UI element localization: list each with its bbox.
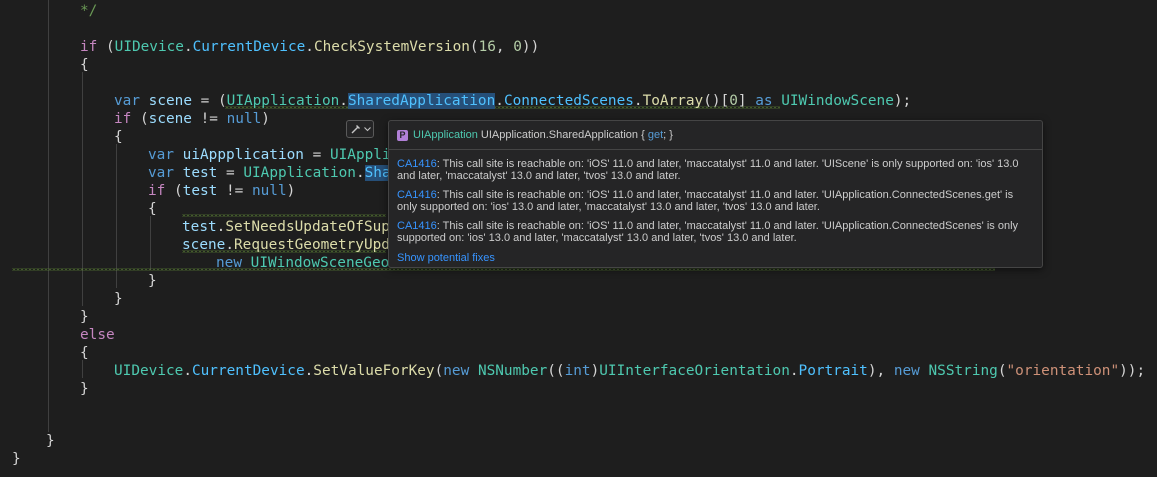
indent-guide [82,360,83,378]
indent-guide [150,216,151,270]
code-line[interactable]: UIDevice.CurrentDevice.SetValueForKey(ne… [114,362,1145,380]
token: SetNeedsUpdateOfSup [225,219,390,235]
code-line[interactable]: { [80,344,89,362]
selected-token[interactable]: SharedApplication [347,93,496,109]
token: ToArray [642,93,704,109]
token: int [564,363,591,379]
code-line[interactable]: if (test != null) [148,182,295,200]
token: if [148,183,166,199]
code-line[interactable]: } [114,290,123,308]
token: UIInterfaceOrientation [599,363,790,379]
token: UIAppli [329,147,391,163]
highlighted-token: Sha [364,165,391,181]
code-line[interactable]: */ [80,2,97,20]
code-line[interactable]: if (UIDevice.CurrentDevice.CheckSystemVe… [80,38,539,56]
tooltip-divider [389,149,1042,150]
hover-tooltip: P UIApplication UIApplication.SharedAppl… [388,120,1043,268]
diagnostic-text: : This call site is reachable on: 'iOS' … [397,189,1014,213]
token: test [182,165,218,181]
token: "orientation" [1006,363,1120,379]
token: null [226,111,262,127]
diagnostic-message: CA1416: This call site is reachable on: … [397,158,1034,182]
token: UIDevice [114,363,184,379]
code-line[interactable]: } [80,380,89,398]
token: Portrait [798,363,868,379]
code-line[interactable]: var uiAppplication = UIAppli [148,146,391,164]
property-icon: P [397,129,408,141]
token: scene [148,93,192,109]
code-line[interactable]: } [148,272,157,290]
indent-guide [116,144,117,288]
signature-tail: ; } [663,129,673,141]
token: else [80,327,115,343]
code-line[interactable]: else [80,326,115,344]
token: scene [148,111,192,127]
token: UIWindowSceneGeo [250,255,390,271]
token: if [80,39,98,55]
token: var [148,147,174,163]
code-line[interactable]: } [80,308,89,326]
code-line[interactable]: var test = UIApplication.Sha [148,164,391,182]
token: UIDevice [114,39,184,55]
diagnostic-text: : This call site is reachable on: 'iOS' … [397,220,1019,244]
code-line[interactable]: test.SetNeedsUpdateOfSup [182,218,390,236]
token: test [182,183,218,199]
code-line[interactable]: scene.RequestGeometryUpd [182,236,390,254]
token: new [216,255,242,271]
token: UIApplication [226,93,340,109]
token: 16 [478,39,496,55]
token: SetValueForKey [313,363,435,379]
token: new [443,363,470,379]
comment-end: */ [80,3,98,19]
token: null [251,183,287,199]
code-line[interactable]: { [148,200,157,218]
token: CheckSystemVersion [313,39,470,55]
signature-get: get [647,129,664,141]
quick-fix-button[interactable] [346,120,374,138]
code-line[interactable]: { [80,56,89,74]
token: NSString [928,363,998,379]
hover-signature: P UIApplication UIApplication.SharedAppl… [397,127,1034,143]
code-line[interactable]: var scene = (UIApplication.SharedApplica… [114,92,911,110]
token: var [114,93,140,109]
token: as [755,93,773,109]
indent-guide [48,0,49,432]
code-line[interactable]: } [46,432,55,450]
token: if [114,111,132,127]
diagnostic-code-link[interactable]: CA1416 [397,158,437,170]
token: UIWindowScene [781,93,894,109]
warning-squiggle[interactable] [182,214,386,217]
token: 0 [513,39,522,55]
quick-fix-icon [351,125,360,134]
token: new [893,363,920,379]
code-line[interactable]: if (scene != null) [114,110,270,128]
diagnostic-text: : This call site is reachable on: 'iOS' … [397,158,1019,182]
token: ConnectedScenes [503,93,634,109]
code-line[interactable]: new UIWindowSceneGeo [216,254,389,272]
token: test [182,219,217,235]
token: uiAppplication [182,147,304,163]
token: var [148,165,174,181]
code-line[interactable]: } [12,450,21,468]
diagnostic-message: CA1416: This call site is reachable on: … [397,220,1034,244]
signature-member: UIApplication.SharedApplication { [477,129,648,141]
signature-type: UIApplication [413,129,478,141]
token: RequestGeometryUpd [234,237,390,253]
diagnostic-code-link[interactable]: CA1416 [397,189,437,201]
chevron-down-icon [363,126,371,131]
token: NSNumber [477,363,548,379]
diagnostic-code-link[interactable]: CA1416 [397,220,437,232]
token: UIApplication [243,165,356,181]
diagnostic-message: CA1416: This call site is reachable on: … [397,189,1034,213]
token: CurrentDevice [191,363,305,379]
token: scene [182,237,226,253]
warning-squiggle[interactable] [12,268,995,271]
code-line[interactable]: { [114,128,123,146]
token: 0 [729,93,738,109]
token: CurrentDevice [192,39,306,55]
show-potential-fixes-link[interactable]: Show potential fixes [397,251,1034,265]
